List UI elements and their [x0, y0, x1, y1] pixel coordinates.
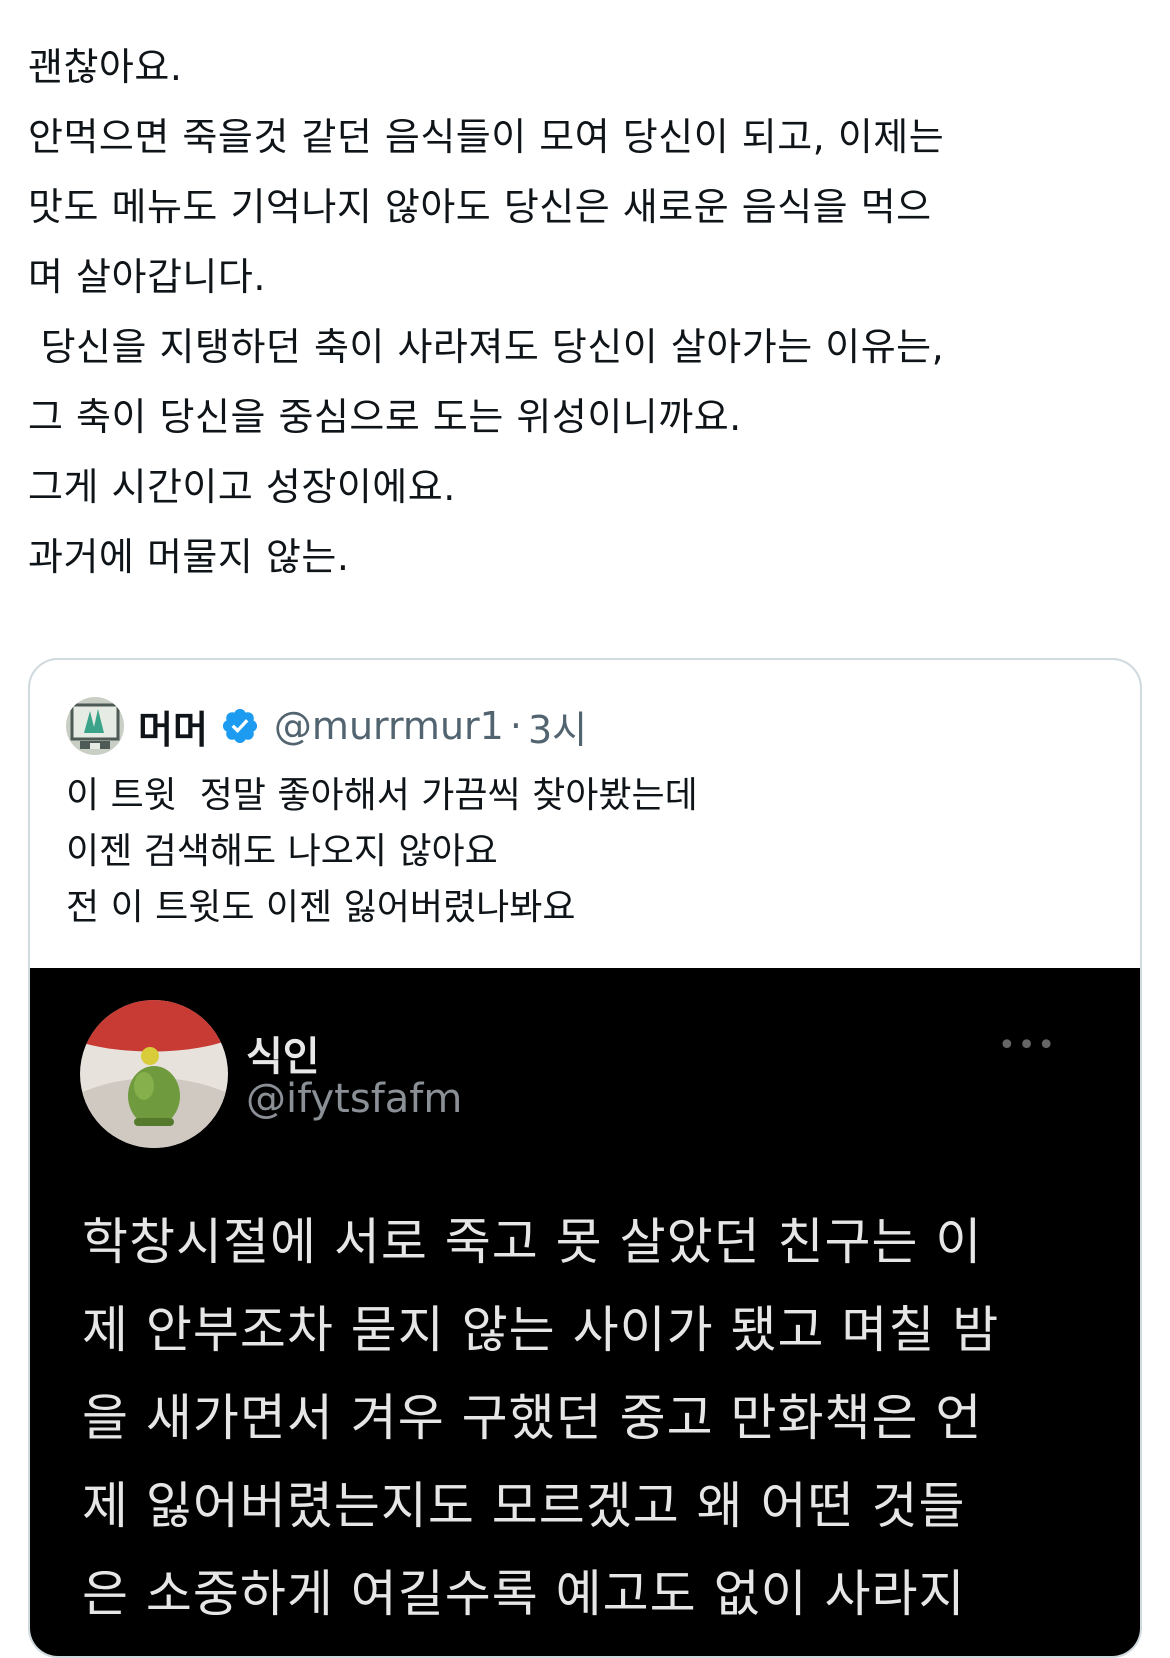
screenshot-line: 제 안부조차 묻지 않는 사이가 됐고 며칠 밤: [82, 1301, 1000, 1359]
screenshot-line: 학창시절에 서로 죽고 못 살았던 친구는 이: [82, 1213, 983, 1271]
tweet-line: 그 축이 당신을 중심으로 도는 위성이니까요.: [28, 395, 742, 439]
separator-dot: ·: [509, 704, 522, 748]
quoted-tweet-line: 이 트윗 정말 좋아해서 가끔씩 찾아봤는데: [66, 775, 698, 816]
tweet-line: 과거에 머물지 않는.: [28, 535, 350, 579]
screenshot-line: 은 소중하게 여길수록 예고도 없이 사라지: [82, 1565, 966, 1623]
verified-badge-icon: [220, 706, 260, 746]
avatar[interactable]: [66, 697, 124, 755]
screenshot-line: 제 잃어버렸는지도 모르겠고 왜 어떤 것들: [82, 1477, 966, 1535]
quoted-tweet-line: 전 이 트윗도 이젠 잃어버렸나봐요: [66, 887, 576, 928]
quoted-author-name[interactable]: 머머: [138, 699, 208, 754]
screenshot-author-handle: @ifytsfafm: [246, 1076, 463, 1122]
tweet-line: 맛도 메뉴도 기억나지 않아도 당신은 새로운 음식을 먹으: [28, 185, 932, 229]
quoted-tweet-line: 이젠 검색해도 나오지 않아요: [66, 831, 498, 872]
more-horizontal-icon: •••: [998, 1028, 1058, 1063]
tweet-line: 안먹으면 죽을것 같던 음식들이 모여 당신이 되고, 이제는: [28, 115, 945, 159]
tweet-line: 며 살아갑니다.: [28, 255, 266, 299]
quoted-tweet-time[interactable]: 3시: [528, 699, 587, 754]
screenshot-line: 을 새가면서 겨우 구했던 중고 만화책은 언: [82, 1389, 983, 1447]
quoted-author-handle[interactable]: @murrmur1: [274, 704, 504, 748]
screenshot-author-name: 식인: [246, 1034, 320, 1080]
quoted-tweet-text: 이 트윗 정말 좋아해서 가끔씩 찾아봤는데 이젠 검색해도 나오지 않아요 전…: [66, 768, 1106, 936]
screenshot-text: 학창시절에 서로 죽고 못 살았던 친구는 이 제 안부조차 묻지 않는 사이가…: [82, 1198, 1102, 1638]
tweet-text: 괜찮아요. 안먹으면 죽을것 같던 음식들이 모여 당신이 되고, 이제는 맛도…: [28, 32, 1148, 592]
tweet-line: 당신을 지탱하던 축이 사라져도 당신이 살아가는 이유는,: [28, 325, 945, 369]
attached-screenshot-image[interactable]: 식인 @ifytsfafm ••• 학창시절에 서로 죽고 못 살았던 친구는 …: [30, 968, 1140, 1656]
tweet-line: 괜찮아요.: [28, 45, 183, 89]
tweet-line: 그게 시간이고 성장이에요.: [28, 465, 456, 509]
quoted-tweet-header: 머머 @murrmur1 · 3시: [66, 696, 587, 756]
quoted-tweet-card[interactable]: 머머 @murrmur1 · 3시 이 트윗 정말 좋아해서 가끔씩 찾아봤는데…: [28, 658, 1142, 1658]
screenshot-avatar: [80, 1000, 228, 1148]
